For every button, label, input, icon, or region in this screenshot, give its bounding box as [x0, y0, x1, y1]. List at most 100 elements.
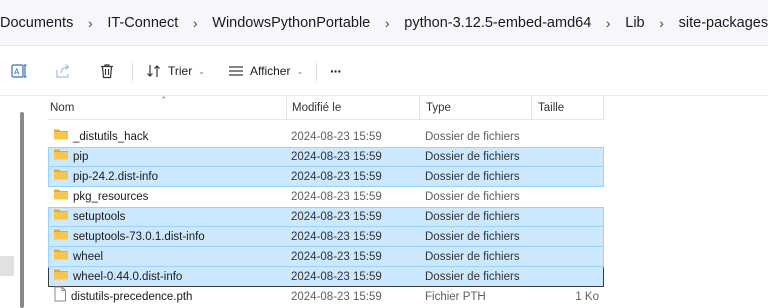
- column-divider[interactable]: [531, 96, 532, 120]
- file-row[interactable]: distutils-precedence.pth 2024-08-23 15:59…: [48, 286, 604, 308]
- file-type: Dossier de fichiers: [425, 131, 520, 143]
- folder-icon: [53, 167, 69, 187]
- file-icon: [53, 286, 67, 308]
- file-size: [537, 128, 599, 146]
- command-bar: A Trier ⌄ Afficher ⌄ ···: [0, 46, 768, 96]
- column-size-label: Taille: [538, 102, 565, 114]
- folder-icon: [53, 127, 69, 147]
- file-modified: 2024-08-23 15:59: [291, 211, 382, 223]
- file-name: pkg_resources: [73, 191, 149, 203]
- file-name-cell: pkg_resources: [53, 188, 148, 206]
- breadcrumb: Documents › IT-Connect › WindowsPythonPo…: [0, 14, 768, 32]
- file-size: [537, 268, 599, 286]
- delete-button[interactable]: [98, 59, 116, 83]
- file-name: pip: [73, 151, 89, 163]
- file-modified: 2024-08-23 15:59: [291, 191, 382, 203]
- breadcrumb-site-packages[interactable]: site-packages: [679, 15, 768, 31]
- chevron-right-icon[interactable]: ›: [73, 15, 107, 31]
- file-type: Dossier de fichiers: [425, 171, 520, 183]
- column-divider[interactable]: [603, 96, 604, 120]
- chevron-right-icon[interactable]: ›: [178, 15, 212, 31]
- file-row[interactable]: wheel-0.44.0.dist-info 2024-08-23 15:59 Do…: [48, 267, 604, 287]
- navigation-scrollbar[interactable]: [20, 112, 24, 308]
- trash-icon: [98, 62, 116, 80]
- column-divider[interactable]: [419, 96, 420, 120]
- navigation-selected-item[interactable]: [0, 256, 14, 276]
- file-list: _distutils_hack 2024-08-23 15:59 Dossier d…: [48, 127, 604, 307]
- file-type: Dossier de fichiers: [425, 191, 520, 203]
- chevron-down-icon: ⌄: [198, 66, 205, 76]
- file-modified: 2024-08-23 15:59: [291, 291, 382, 303]
- file-size: [537, 228, 599, 246]
- file-type: Dossier de fichiers: [425, 151, 520, 163]
- share-button[interactable]: [54, 59, 72, 83]
- file-name: setuptools-73.0.1.dist-info: [73, 231, 205, 243]
- column-header: Nom ⌃ Modifié le Type Taille: [48, 95, 604, 120]
- file-row[interactable]: wheel 2024-08-23 15:59 Dossier de fichiers: [48, 247, 604, 267]
- file-name: pip-24.2.dist-info: [73, 171, 159, 183]
- file-row[interactable]: pip 2024-08-23 15:59 Dossier de fichiers: [48, 147, 604, 167]
- file-type: Dossier de fichiers: [425, 271, 520, 283]
- folder-icon: [53, 187, 69, 207]
- folder-icon: [53, 207, 69, 227]
- column-modified-label: Modifié le: [292, 102, 342, 114]
- navigation-pane[interactable]: [0, 96, 34, 308]
- file-name: wheel: [73, 251, 104, 263]
- file-size: [537, 208, 599, 226]
- file-size: [537, 168, 599, 186]
- sort-button[interactable]: Trier ⌄: [146, 59, 205, 83]
- file-modified: 2024-08-23 15:59: [291, 151, 382, 163]
- breadcrumb-it-connect[interactable]: IT-Connect: [107, 15, 178, 31]
- file-modified: 2024-08-23 15:59: [291, 231, 382, 243]
- folder-icon: [53, 267, 69, 287]
- file-type: Dossier de fichiers: [425, 251, 520, 263]
- address-bar[interactable]: Documents › IT-Connect › WindowsPythonPo…: [0, 0, 768, 46]
- breadcrumb-windowspythonportable[interactable]: WindowsPythonPortable: [212, 15, 370, 31]
- file-name-cell: _distutils_hack: [53, 128, 148, 146]
- chevron-right-icon[interactable]: ›: [645, 15, 679, 31]
- view-label: Afficher: [250, 64, 291, 78]
- file-name: wheel-0.44.0.dist-info: [73, 271, 183, 283]
- view-button[interactable]: Afficher ⌄: [228, 59, 303, 83]
- file-row[interactable]: setuptools-73.0.1.dist-info 2024-08-23 15…: [48, 227, 604, 247]
- file-type: Fichier PTH: [425, 291, 486, 303]
- file-name-cell: wheel: [53, 248, 103, 266]
- file-size: [537, 148, 599, 166]
- file-name-cell: wheel-0.44.0.dist-info: [53, 268, 182, 286]
- column-modified[interactable]: Modifié le: [290, 96, 420, 120]
- file-name: setuptools: [73, 211, 126, 223]
- breadcrumb-lib[interactable]: Lib: [625, 15, 644, 31]
- folder-icon: [53, 247, 69, 267]
- breadcrumb-python-embed[interactable]: python-3.12.5-embed-amd64: [404, 15, 591, 31]
- column-divider[interactable]: [286, 96, 287, 120]
- rename-button[interactable]: A: [10, 59, 28, 83]
- chevron-right-icon[interactable]: ›: [591, 15, 625, 31]
- folder-icon: [53, 227, 69, 247]
- file-row[interactable]: setuptools 2024-08-23 15:59 Dossier de fic…: [48, 207, 604, 227]
- sort-up-icon: ⌃: [160, 95, 168, 105]
- file-type: Dossier de fichiers: [425, 211, 520, 223]
- column-type[interactable]: Type: [424, 96, 534, 120]
- file-name-cell: pip: [53, 148, 88, 166]
- sort-icon: [146, 63, 162, 79]
- file-name-cell: distutils-precedence.pth: [53, 286, 193, 308]
- toolbar-divider: [132, 63, 133, 81]
- more-options-button[interactable]: ···: [330, 59, 342, 83]
- file-size: 1 Ko: [575, 291, 599, 303]
- column-name[interactable]: Nom: [48, 96, 288, 120]
- file-row[interactable]: pkg_resources 2024-08-23 15:59 Dossier de …: [48, 187, 604, 207]
- file-row[interactable]: _distutils_hack 2024-08-23 15:59 Dossier d…: [48, 127, 604, 147]
- file-name-cell: pip-24.2.dist-info: [53, 168, 158, 186]
- file-row[interactable]: pip-24.2.dist-info 2024-08-23 15:59 Dossie…: [48, 167, 604, 187]
- file-size: [537, 248, 599, 266]
- file-name-cell: setuptools-73.0.1.dist-info: [53, 228, 205, 246]
- column-size[interactable]: Taille: [536, 96, 604, 120]
- chevron-down-icon: ⌄: [296, 66, 304, 76]
- file-name: distutils-precedence.pth: [71, 291, 193, 303]
- file-size: [537, 188, 599, 206]
- file-modified: 2024-08-23 15:59: [291, 251, 382, 263]
- file-modified: 2024-08-23 15:59: [291, 131, 382, 143]
- chevron-right-icon[interactable]: ›: [370, 15, 404, 31]
- column-type-label: Type: [426, 102, 451, 114]
- breadcrumb-documents[interactable]: Documents: [0, 15, 73, 31]
